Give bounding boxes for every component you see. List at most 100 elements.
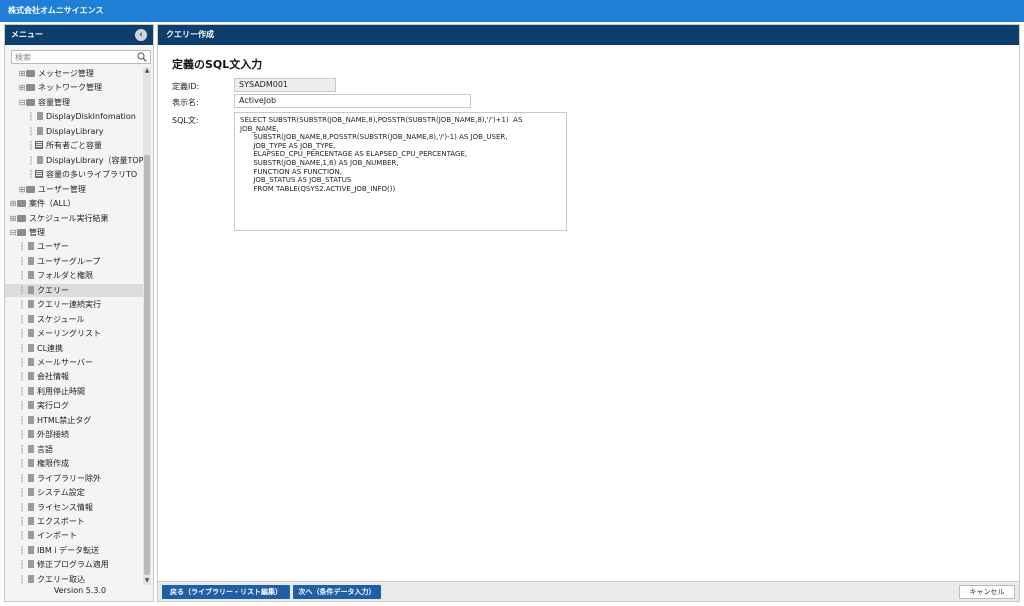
sidebar-item[interactable]: ┆ システム設定 [5,486,85,499]
sidebar-item[interactable]: ┆ 権限作成 [5,457,69,470]
next-button[interactable]: 次へ（条件データ入力） [293,585,381,599]
sql-line: SELECT SUBSTR(SUBSTR(JOB_NAME,8),POSSTR(… [240,116,523,124]
sidebar-item[interactable]: ┆ メールサーバー [5,356,93,369]
sidebar-item[interactable]: ┆ 修正プログラム適用 [5,558,109,571]
document-icon [37,155,43,164]
tree-connector: ┆ [28,170,34,180]
sidebar-item[interactable]: ┆ エクスポート [5,515,85,528]
sidebar-item[interactable]: ┆ 容量の多いライブラリTO [5,168,137,181]
sidebar-item-label: ライブラリー除外 [37,473,101,483]
sidebar-item[interactable]: ⊟ 容量管理 [5,96,70,109]
action-bar: 戻る（ライブラリー・リスト編集） 次へ（条件データ入力） キャンセル [158,581,1019,601]
sql-line: ELAPSED_CPU_PERCENTAGE AS ELAPSED_CPU_PE… [240,150,468,159]
cancel-button[interactable]: キャンセル [959,585,1015,599]
sidebar-item-label: 所有者ごと容量 [46,141,102,151]
sidebar-item-label: クエリー [37,285,69,295]
sidebar-item[interactable]: ⊞ 案件（ALL） [5,197,76,210]
tree-connector: ┆ [19,488,25,498]
sidebar-item[interactable]: ┆ インポート [5,529,77,542]
expand-toggle-icon[interactable]: ⊞ [18,81,26,94]
sidebar-search[interactable] [11,50,151,64]
sidebar-item[interactable]: ┆ クエリー取込 [5,573,85,586]
table-icon [35,170,43,179]
sidebar-item[interactable]: ┆ 言語 [5,443,53,456]
sidebar-item-label: エクスポート [37,516,85,526]
scroll-thumb[interactable] [144,155,150,575]
tree-connector: ┆ [19,271,25,281]
expand-toggle-icon[interactable]: ⊞ [18,183,26,196]
expand-toggle-icon[interactable]: ⊟ [9,226,17,239]
document-icon [37,112,43,121]
collapse-sidebar-icon[interactable]: ‹ [135,29,147,41]
scroll-down-icon[interactable]: ▼ [143,577,151,585]
sidebar-item-label: クエリー取込 [37,574,85,584]
menu-tree: ⊞ メッセージ管理 ⊞ ネットワーク管理 ⊟ 容量管理 ┆ DisplayDiskInfoma… [5,67,145,587]
sidebar-item[interactable]: ┆ スケジュール [5,313,84,326]
sidebar-item[interactable]: ┆ 会社情報 [5,370,69,383]
main-header: クエリー作成 [158,25,1019,45]
expand-toggle-icon[interactable]: ⊟ [18,96,26,109]
sidebar-item-label: 外部接続 [37,430,69,440]
sidebar-item[interactable]: ┆ クエリー連続実行 [5,298,101,311]
document-icon [28,401,34,410]
sidebar-item-label: DisplayDiskInfomation [46,112,136,122]
expand-toggle-icon[interactable]: ⊞ [9,212,17,225]
sidebar-item[interactable]: ┆ 実行ログ [5,399,69,412]
document-icon [28,300,34,309]
sidebar-item[interactable]: ┆ フォルダと権限 [5,269,93,282]
sidebar-item[interactable]: ┆ HTML禁止タグ [5,414,91,427]
document-icon [28,560,34,569]
document-icon [28,415,34,424]
sidebar-item-label: ユーザー [37,242,69,252]
sidebar-item[interactable]: ┆ DisplayLibrary（容量TOP [5,154,143,167]
sidebar-item[interactable]: ┆ IBM i データ転送 [5,544,99,557]
tree-connector: ┆ [19,256,25,266]
tree-connector: ┆ [19,372,25,382]
search-icon[interactable] [137,52,147,62]
sidebar-item[interactable]: ┆ ライセンス情報 [5,501,93,514]
document-icon [28,574,34,583]
sidebar-item[interactable]: ⊟ 管理 [5,226,45,239]
sidebar-item[interactable]: ⊞ スケジュール実行結果 [5,212,109,225]
sidebar-item[interactable]: ┆ ライブラリー除外 [5,472,101,485]
sidebar-item[interactable]: ⊞ メッセージ管理 [5,67,94,80]
folder-icon [17,200,26,208]
document-icon [28,358,34,366]
document-icon [28,256,34,265]
sidebar-item[interactable]: ┆ 利用停止時間 [5,385,85,398]
sidebar-item[interactable]: ⊞ ユーザー管理 [5,183,86,196]
display-name-field[interactable]: ActiveJob [234,94,471,108]
sidebar-item[interactable]: ┆ CL連携 [5,342,63,355]
expand-toggle-icon[interactable]: ⊞ [18,67,26,80]
tree-connector: ┆ [28,141,34,151]
sql-textarea[interactable]: SELECT SUBSTR(SUBSTR(JOB_NAME,8),POSSTR(… [234,112,567,231]
tree-connector: ┆ [28,155,34,165]
tree-connector: ┆ [19,415,25,425]
folder-icon [26,70,35,77]
sidebar-item[interactable]: ┆ ユーザーグループ [5,255,100,268]
sidebar-item[interactable]: ┆ DisplayLibrary [5,125,103,138]
tree-connector: ┆ [19,430,25,440]
sidebar-item[interactable]: ┆ 外部接続 [5,428,69,441]
sidebar-item[interactable]: ┆ ユーザー [5,240,69,253]
back-button[interactable]: 戻る（ライブラリー・リスト編集） [162,585,290,599]
tree-connector: ┆ [19,531,25,541]
sidebar-item-label: 案件（ALL） [29,199,76,209]
search-input[interactable] [12,51,132,63]
expand-toggle-icon[interactable]: ⊞ [9,197,17,210]
sidebar-scrollbar[interactable]: ▲ ▼ [143,67,151,585]
document-icon [28,516,34,525]
sidebar-item-label: 管理 [29,227,45,237]
document-icon [28,386,34,395]
sidebar-item[interactable]: ┆ 所有者ごと容量 [5,139,102,152]
sidebar-item[interactable]: ┆ メーリングリスト [5,327,101,340]
sidebar-item-label: システム設定 [37,488,85,498]
scroll-up-icon[interactable]: ▲ [143,67,151,75]
sidebar-item[interactable]: ⊞ ネットワーク管理 [5,81,102,94]
sidebar-item[interactable]: ┆ DisplayDiskInfomation [5,110,136,123]
tree-connector: ┆ [19,459,25,469]
sidebar-item-label: ユーザー管理 [38,184,86,194]
tree-connector: ┆ [19,560,25,570]
sidebar-item[interactable]: ┆ クエリー [5,283,143,297]
tree-connector: ┆ [19,386,25,396]
